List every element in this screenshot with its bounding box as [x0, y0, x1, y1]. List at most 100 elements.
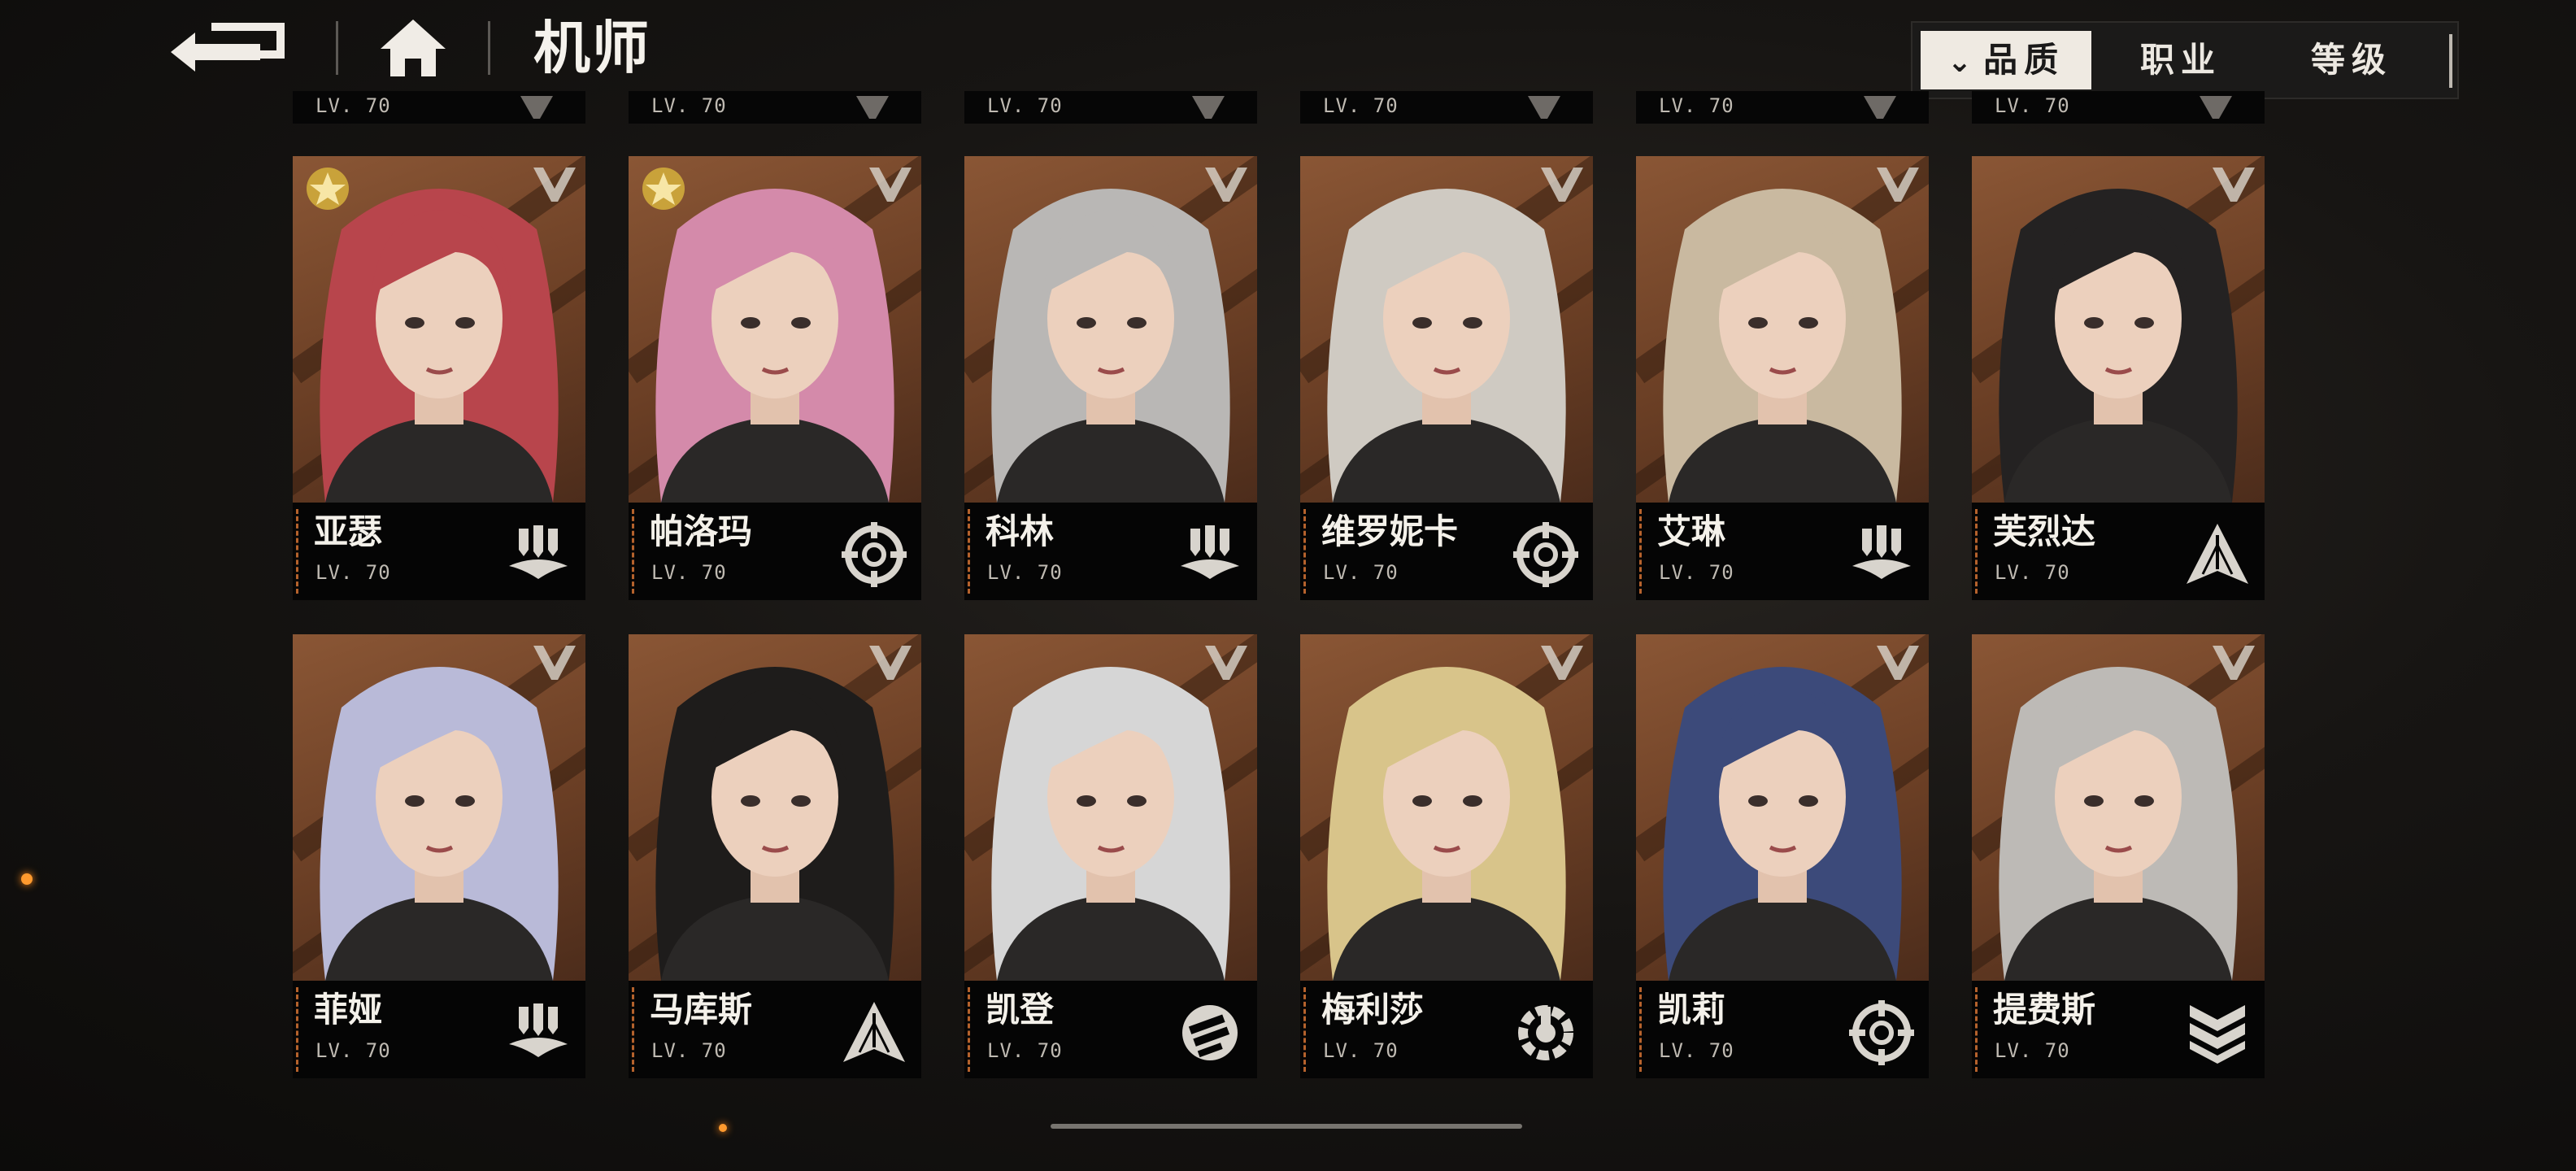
- card-edge-decoration: [1639, 987, 1650, 1072]
- pilot-portrait: [655, 667, 894, 981]
- card-info-bar: 帕洛玛 LV. 70: [629, 503, 921, 600]
- card-art: [629, 634, 921, 981]
- pilot-level: LV. 70: [1995, 1039, 2070, 1062]
- pilot-card-partial[interactable]: LV. 70: [293, 91, 585, 124]
- pilot-card[interactable]: 提费斯 LV. 70: [1972, 634, 2265, 1078]
- pilot-card-partial[interactable]: LV. 70: [1636, 91, 1929, 124]
- chevron-down-icon: ⌄: [1947, 46, 1979, 79]
- class-icon: [1864, 96, 1896, 119]
- card-edge-decoration: [296, 987, 307, 1072]
- sort-panel: ⌄ 品质 职业 等级: [1911, 21, 2459, 99]
- pilot-level: LV. 70: [1323, 1039, 1399, 1062]
- card-art: [964, 156, 1257, 503]
- pilot-portrait: [1999, 189, 2238, 503]
- class-icon: [856, 96, 889, 119]
- pilot-card[interactable]: 帕洛玛 LV. 70: [629, 156, 921, 600]
- pilot-name: 亚瑟: [314, 511, 383, 551]
- pilot-portrait: [991, 667, 1230, 981]
- target-icon: [1512, 520, 1580, 589]
- rarity-icon: [1541, 168, 1583, 202]
- pilot-level: LV. 70: [651, 1039, 727, 1062]
- pilot-card[interactable]: 科林 LV. 70: [964, 156, 1257, 600]
- rarity-icon: [533, 646, 576, 680]
- rarity-icon: [1877, 646, 1919, 680]
- arrowhead-icon: [2183, 520, 2252, 589]
- pilot-name: 梅利莎: [1321, 990, 1425, 1030]
- pilot-card[interactable]: 芙烈达 LV. 70: [1972, 156, 2265, 600]
- pilot-card[interactable]: 凯莉 LV. 70: [1636, 634, 1929, 1078]
- pilot-card-partial[interactable]: LV. 70: [629, 91, 921, 124]
- pilot-name: 艾琳: [1657, 511, 1726, 551]
- pilot-name: 科林: [986, 511, 1055, 551]
- star-badge-icon: [637, 164, 690, 213]
- rarity-icon: [1877, 168, 1919, 202]
- pilot-card[interactable]: 马库斯 LV. 70: [629, 634, 921, 1078]
- pilot-card[interactable]: 凯登 LV. 70: [964, 634, 1257, 1078]
- card-level: LV. 70: [987, 94, 1063, 117]
- pilot-card[interactable]: 梅利莎 LV. 70: [1300, 634, 1593, 1078]
- card-art: [1636, 634, 1929, 981]
- pilot-portrait: [320, 667, 559, 981]
- pilot-name: 菲娅: [314, 990, 383, 1030]
- card-edge-decoration: [1975, 509, 1986, 594]
- card-info-bar: 梅利莎 LV. 70: [1300, 981, 1593, 1078]
- class-icon: [1192, 96, 1225, 119]
- card-info-bar: 科林 LV. 70: [964, 503, 1257, 600]
- sort-tab-label: 等级: [2310, 40, 2392, 80]
- home-indicator[interactable]: [1051, 1124, 1522, 1129]
- pilot-level: LV. 70: [315, 1039, 391, 1062]
- card-info-bar: 马库斯 LV. 70: [629, 981, 921, 1078]
- ember-particle: [719, 1124, 727, 1132]
- wrench-gear-icon: [1512, 999, 1580, 1067]
- pilot-portrait: [1327, 667, 1566, 981]
- fist-icon: [1176, 999, 1244, 1067]
- card-art: [1636, 156, 1929, 503]
- card-edge-decoration: [968, 987, 978, 1072]
- card-level: LV. 70: [1995, 94, 2070, 117]
- pilot-card-partial[interactable]: LV. 70: [1300, 91, 1593, 124]
- pilot-roster-screen: 机师 ⌄ 品质 职业 等级 LV. 70 LV. 70 LV. 70 LV. 70…: [0, 0, 2576, 1171]
- bomb-wing-icon: [504, 999, 572, 1067]
- rarity-icon: [869, 646, 912, 680]
- card-edge-decoration: [632, 987, 642, 1072]
- pilot-name: 提费斯: [1993, 990, 2096, 1030]
- pilot-card-partial[interactable]: LV. 70: [964, 91, 1257, 124]
- card-info-bar: 菲娅 LV. 70: [293, 981, 585, 1078]
- home-button[interactable]: [379, 16, 447, 78]
- pilot-card[interactable]: 维罗妮卡 LV. 70: [1300, 156, 1593, 600]
- pilot-name: 马库斯: [650, 990, 753, 1030]
- card-level: LV. 70: [315, 94, 391, 117]
- rarity-icon: [533, 168, 576, 202]
- card-info-bar: 提费斯 LV. 70: [1972, 981, 2265, 1078]
- card-art: [1972, 156, 2265, 503]
- back-button[interactable]: [163, 18, 297, 75]
- divider: [488, 21, 490, 75]
- star-badge-icon: [301, 164, 355, 213]
- page-title: 机师: [533, 15, 651, 81]
- pilot-name: 凯登: [986, 990, 1055, 1030]
- card-level: LV. 70: [1323, 94, 1399, 117]
- card-info-bar: 亚瑟 LV. 70: [293, 503, 585, 600]
- sort-tab-quality[interactable]: ⌄ 品质: [1921, 31, 2091, 89]
- card-art: [293, 156, 585, 503]
- pilot-name: 维罗妮卡: [1321, 511, 1459, 551]
- pilot-card[interactable]: 菲娅 LV. 70: [293, 634, 585, 1078]
- target-icon: [840, 520, 908, 589]
- pilot-level: LV. 70: [651, 561, 727, 584]
- pilot-portrait: [1663, 667, 1902, 981]
- card-art: [293, 634, 585, 981]
- sort-tab-level[interactable]: 等级: [2270, 31, 2433, 89]
- card-art: [964, 634, 1257, 981]
- class-icon: [1528, 96, 1560, 119]
- pilot-level: LV. 70: [1659, 1039, 1734, 1062]
- pilot-card[interactable]: 亚瑟 LV. 70: [293, 156, 585, 600]
- pilot-level: LV. 70: [987, 561, 1063, 584]
- sort-tab-label: 品质: [1983, 40, 2065, 80]
- sort-tab-class[interactable]: 职业: [2100, 31, 2262, 89]
- pilot-card[interactable]: 艾琳 LV. 70: [1636, 156, 1929, 600]
- pilot-card-partial[interactable]: LV. 70: [1972, 91, 2265, 124]
- divider: [336, 21, 338, 75]
- card-art: [629, 156, 921, 503]
- top-bar: 机师 ⌄ 品质 职业 等级: [0, 0, 2576, 99]
- pilot-level: LV. 70: [1659, 561, 1734, 584]
